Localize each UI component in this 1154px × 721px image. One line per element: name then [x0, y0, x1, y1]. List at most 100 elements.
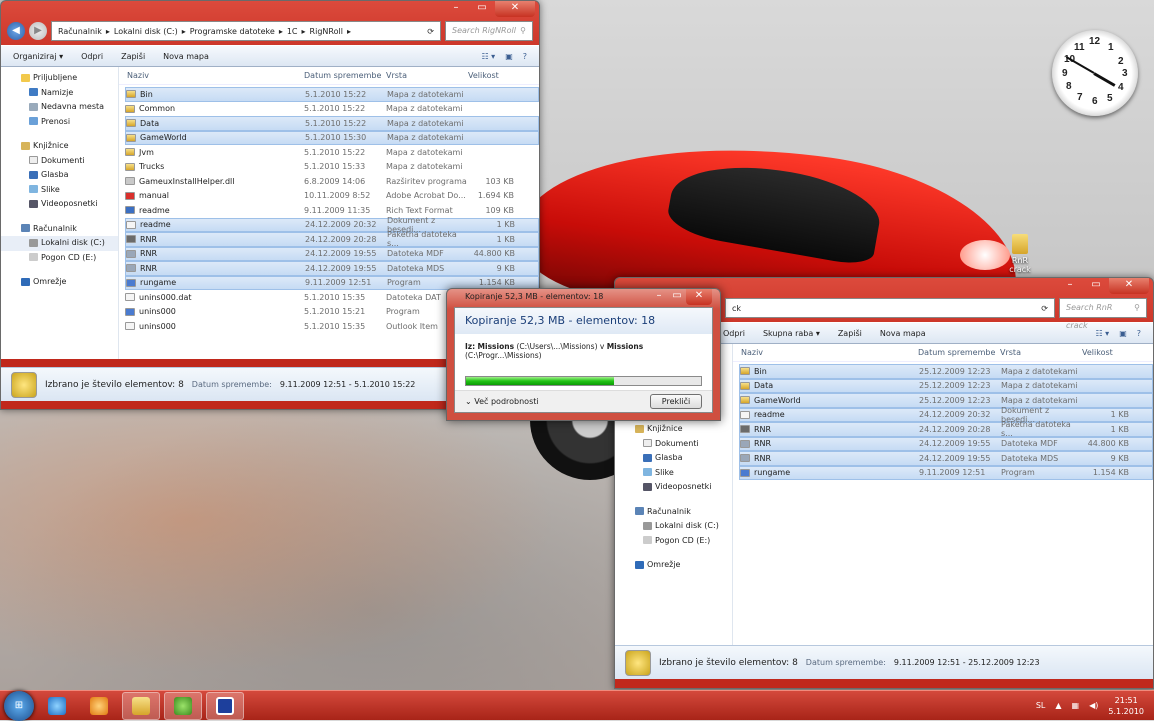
refresh-icon[interactable]: ⟳	[427, 27, 434, 36]
maximize-button[interactable]: ▭	[668, 289, 686, 305]
taskbar-explorer[interactable]	[122, 691, 160, 720]
clock[interactable]: 21:51 5.1.2010	[1108, 695, 1144, 717]
breadcrumb-current[interactable]: ck	[732, 304, 741, 313]
dialog-titlebar[interactable]: Kopiranje 52,3 MB - elementov: 18 – ▭ ✕	[447, 289, 720, 305]
nav-libraries[interactable]: Knjižnice	[615, 422, 732, 437]
nav-videos[interactable]: Videoposnetki	[1, 197, 118, 212]
tray-arrow-icon[interactable]: ▲	[1055, 701, 1061, 710]
column-name[interactable]: Naziv	[119, 71, 304, 80]
file-row[interactable]: RNR 24.12.2009 19:55 Datoteka MDS 9 KB	[125, 261, 539, 276]
file-row[interactable]: GameuxInstallHelper.dll 6.8.2009 14:06 Raz…	[125, 174, 539, 189]
copy-progress-dialog[interactable]: Kopiranje 52,3 MB - elementov: 18 – ▭ ✕ …	[446, 288, 721, 421]
forward-button[interactable]: ▶	[29, 22, 47, 40]
file-row[interactable]: RNR 24.12.2009 20:28 Paketna datoteka s...…	[125, 230, 539, 248]
nav-favorites[interactable]: Priljubljene	[1, 71, 118, 86]
nav-recent[interactable]: Nedavna mesta	[1, 100, 118, 115]
close-button[interactable]: ✕	[495, 1, 535, 17]
column-type[interactable]: Vrsta	[1000, 348, 1082, 357]
maximize-button[interactable]: ▭	[469, 1, 495, 17]
organize-button[interactable]: Organiziraj ▾	[13, 52, 63, 61]
nav-downloads[interactable]: Prenosi	[1, 115, 118, 130]
file-row[interactable]: Common 5.1.2010 15:22 Mapa z datotekami	[125, 102, 539, 117]
open-button[interactable]: Odpri	[81, 52, 103, 61]
volume-icon[interactable]: ◀)	[1089, 701, 1098, 710]
nav-cd-drive[interactable]: Pogon CD (E:)	[1, 251, 118, 266]
views-icon[interactable]: ☷ ▾	[1095, 329, 1109, 338]
maximize-button[interactable]: ▭	[1083, 278, 1109, 294]
file-row[interactable]: Jvm 5.1.2010 15:22 Mapa z datotekami	[125, 145, 539, 160]
back-button[interactable]: ◀	[7, 22, 25, 40]
network-icon[interactable]: ▦	[1072, 701, 1080, 710]
close-button[interactable]: ✕	[686, 289, 712, 305]
burn-button[interactable]: Zapiši	[838, 329, 862, 338]
minimize-button[interactable]: –	[443, 1, 469, 17]
nav-documents[interactable]: Dokumenti	[615, 437, 732, 452]
file-row[interactable]: Data 5.1.2010 15:22 Mapa z datotekami	[125, 116, 539, 131]
minimize-button[interactable]: –	[1057, 278, 1083, 294]
column-size[interactable]: Velikost	[1082, 348, 1132, 357]
nav-videos[interactable]: Videoposnetki	[615, 480, 732, 495]
nav-disk-c[interactable]: Lokalni disk (C:)	[1, 236, 118, 251]
file-row[interactable]: GameWorld 25.12.2009 12:23 Mapa z datoteka…	[739, 393, 1153, 408]
file-row[interactable]: readme 24.12.2009 20:32 Dokument z besedi.…	[739, 406, 1153, 424]
views-icon[interactable]: ☷ ▾	[481, 52, 495, 61]
desktop-folder-rnr-crack[interactable]: RnR crack	[1000, 234, 1040, 274]
nav-pictures[interactable]: Slike	[615, 466, 732, 481]
address-bar[interactable]: ck ⟳	[725, 298, 1055, 318]
search-input[interactable]: Search RnR crack ⚲	[1059, 298, 1147, 330]
nav-computer[interactable]: Računalnik	[1, 222, 118, 237]
file-row[interactable]: RNR 24.12.2009 19:55 Datoteka MDF 44.800 KB	[739, 436, 1153, 451]
open-button[interactable]: Odpri	[723, 329, 745, 338]
taskbar-app[interactable]	[206, 691, 244, 720]
preview-pane-icon[interactable]: ▣	[1119, 329, 1127, 338]
preview-pane-icon[interactable]: ▣	[505, 52, 513, 61]
file-row[interactable]: readme 24.12.2009 20:32 Dokument z besedi.…	[125, 216, 539, 234]
more-details-toggle[interactable]: ⌄ Več podrobnosti	[465, 397, 539, 406]
nav-music[interactable]: Glasba	[1, 168, 118, 183]
nav-disk-c[interactable]: Lokalni disk (C:)	[615, 519, 732, 534]
start-button[interactable]: ⊞	[4, 690, 34, 721]
nav-desktop[interactable]: Namizje	[1, 86, 118, 101]
cancel-button[interactable]: Prekliči	[650, 394, 702, 409]
column-name[interactable]: Naziv	[733, 348, 918, 357]
breadcrumb-3[interactable]: 1C	[287, 27, 298, 36]
file-row[interactable]: RNR 24.12.2009 19:55 Datoteka MDS 9 KB	[739, 451, 1153, 466]
nav-music[interactable]: Glasba	[615, 451, 732, 466]
nav-cd-drive[interactable]: Pogon CD (E:)	[615, 534, 732, 549]
breadcrumb-2[interactable]: Programske datoteke	[190, 27, 275, 36]
column-size[interactable]: Velikost	[468, 71, 518, 80]
refresh-icon[interactable]: ⟳	[1041, 304, 1048, 313]
breadcrumb-1[interactable]: Lokalni disk (C:)	[114, 27, 178, 36]
search-input[interactable]: Search RigNRoll ⚲	[445, 21, 533, 41]
language-indicator[interactable]: SL	[1036, 701, 1046, 710]
taskbar-ie[interactable]	[38, 692, 76, 720]
column-date[interactable]: Datum spremembe	[304, 71, 386, 80]
file-row[interactable]: readme 9.11.2009 11:35 Rich Text Format 109…	[125, 203, 539, 218]
close-button[interactable]: ✕	[1109, 278, 1149, 294]
file-row[interactable]: RNR 24.12.2009 19:55 Datoteka MDF 44.800 KB	[125, 246, 539, 261]
nav-computer[interactable]: Računalnik	[615, 505, 732, 520]
file-row[interactable]: RNR 24.12.2009 20:28 Paketna datoteka s...…	[739, 420, 1153, 438]
clock-gadget[interactable]: 12 1 2 3 4 5 6 7 8 9 10 11	[1052, 30, 1138, 116]
column-type[interactable]: Vrsta	[386, 71, 468, 80]
breadcrumb-4[interactable]: RigNRoll	[310, 27, 343, 36]
nav-documents[interactable]: Dokumenti	[1, 154, 118, 169]
file-row[interactable]: manual 10.11.2009 8:52 Adobe Acrobat Do...…	[125, 189, 539, 204]
minimize-button[interactable]: –	[650, 289, 668, 305]
breadcrumb-0[interactable]: Računalnik	[58, 27, 102, 36]
help-icon[interactable]: ?	[1137, 329, 1141, 338]
taskbar-media-player[interactable]	[80, 692, 118, 720]
file-row[interactable]: Data 25.12.2009 12:23 Mapa z datotekami	[739, 378, 1153, 393]
file-row[interactable]: GameWorld 5.1.2010 15:30 Mapa z datotekami	[125, 130, 539, 145]
file-row[interactable]: Trucks 5.1.2010 15:33 Mapa z datotekami	[125, 160, 539, 175]
titlebar[interactable]: – ▭ ✕	[1, 1, 539, 17]
new-folder-button[interactable]: Nova mapa	[880, 329, 926, 338]
address-bar[interactable]: Računalnik ▸ Lokalni disk (C:) ▸ Programsk…	[51, 21, 441, 41]
share-button[interactable]: Skupna raba ▾	[763, 329, 820, 338]
nav-network[interactable]: Omrežje	[1, 275, 118, 290]
burn-button[interactable]: Zapiši	[121, 52, 145, 61]
help-icon[interactable]: ?	[523, 52, 527, 61]
file-row[interactable]: Bin 25.12.2009 12:23 Mapa z datotekami	[739, 364, 1153, 379]
column-date[interactable]: Datum spremembe	[918, 348, 1000, 357]
nav-pictures[interactable]: Slike	[1, 183, 118, 198]
